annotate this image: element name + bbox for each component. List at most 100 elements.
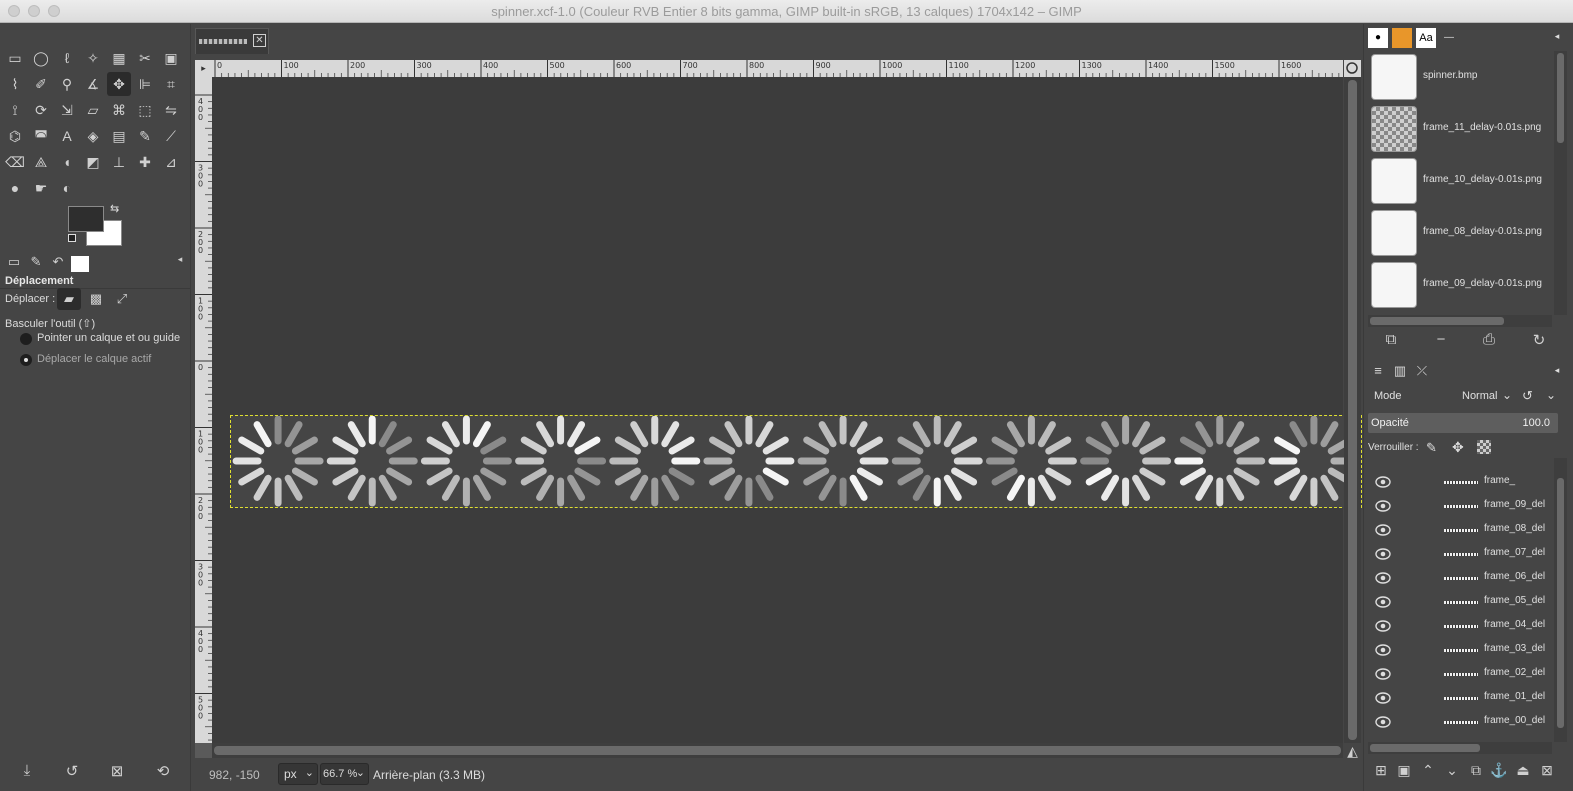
lower-layer-icon[interactable]: ⌄ (1441, 762, 1463, 784)
images-tab-icon[interactable] (71, 256, 89, 272)
list-item[interactable]: frame_11_delay-0.01s.png (1368, 103, 1552, 155)
patterns-tab-icon[interactable] (1392, 28, 1412, 48)
delete-image-icon[interactable]: − (1430, 331, 1452, 353)
align-icon[interactable]: ⊫ (133, 72, 157, 96)
ink-icon[interactable]: ◖ (55, 150, 79, 174)
lock-position-icon[interactable]: ✥ (1452, 439, 1464, 456)
unified-transform-icon[interactable]: ⟟ (3, 98, 27, 122)
ellipse-select-icon[interactable]: ◯ (29, 46, 53, 70)
eye-icon[interactable] (1375, 475, 1391, 489)
anchor-layer-icon[interactable]: ⚓ (1488, 762, 1510, 784)
scale-icon[interactable]: ⇲ (55, 98, 79, 122)
radio-move-active-layer[interactable] (20, 354, 32, 366)
rotate-icon[interactable]: ⟳ (29, 98, 53, 122)
delete-options-icon[interactable]: ⊠ (106, 762, 128, 784)
paths-icon[interactable]: ⌇ (3, 72, 27, 96)
image-tab[interactable]: ✕ (195, 28, 269, 54)
device-status-tab-icon[interactable]: ✎ (26, 254, 46, 274)
new-display-icon[interactable]: ⎙ (1478, 331, 1500, 353)
configure-tab-icon[interactable]: ◂ (1547, 26, 1567, 46)
swap-colors-icon[interactable]: ⇆ (110, 202, 119, 215)
gradient-icon[interactable]: ▤ (107, 124, 131, 148)
layer-row[interactable]: frame_07_del (1368, 542, 1552, 566)
flip-icon[interactable]: ⇋ (159, 98, 183, 122)
eye-icon[interactable] (1375, 667, 1391, 681)
paths-tab-icon[interactable]: ⤫ (1412, 361, 1432, 381)
configure-tab-icon[interactable]: ◂ (170, 254, 190, 274)
eye-icon[interactable] (1375, 643, 1391, 657)
layer-row[interactable]: frame_09_del (1368, 494, 1552, 518)
lock-alpha-icon[interactable] (1477, 440, 1491, 454)
fuzzy-select-icon[interactable]: ✧ (81, 46, 105, 70)
refresh-icon[interactable]: ↻ (1528, 331, 1550, 353)
spinner-image-layer[interactable] (230, 415, 1362, 508)
switch-mode-icon[interactable]: ↺ (1522, 388, 1533, 404)
clone-icon[interactable]: ⊥ (107, 150, 131, 174)
color-picker-icon[interactable]: ✐ (29, 72, 53, 96)
scissors-icon[interactable]: ✂ (133, 46, 157, 70)
layers-horizontal-scrollbar[interactable] (1368, 742, 1552, 754)
move-selection-mode-button[interactable]: ▩ (84, 288, 108, 310)
layer-row[interactable]: frame_05_del (1368, 590, 1552, 614)
quick-mask-toggle[interactable] (195, 743, 212, 758)
configure-tab-icon[interactable]: ◂ (1547, 360, 1567, 380)
images-tab-icon[interactable]: — (1439, 28, 1459, 48)
eye-icon[interactable] (1375, 571, 1391, 585)
perspective-icon[interactable]: ⬚ (133, 98, 157, 122)
mypaint-icon[interactable]: ◩ (81, 150, 105, 174)
move-icon[interactable]: ✥ (107, 72, 131, 96)
raise-image-icon[interactable]: ⧉ (1380, 331, 1402, 353)
merge-down-icon[interactable]: ⏏ (1512, 762, 1534, 784)
duplicate-layer-icon[interactable]: ⧉ (1465, 762, 1487, 784)
layer-row[interactable]: frame_03_del (1368, 638, 1552, 662)
airbrush-icon[interactable]: ⟁ (29, 150, 53, 174)
new-layer-group-icon[interactable]: ▣ (1393, 762, 1415, 784)
heal-icon[interactable]: ✚ (133, 150, 157, 174)
crop-icon[interactable]: ⌗ (159, 72, 183, 96)
measure-icon[interactable]: ∡ (81, 72, 105, 96)
perspective-clone-icon[interactable]: ⊿ (159, 150, 183, 174)
shear-icon[interactable]: ▱ (81, 98, 105, 122)
default-colors-icon[interactable] (68, 234, 76, 242)
layer-row[interactable]: frame_06_del (1368, 566, 1552, 590)
pencil-icon[interactable]: ✎ (133, 124, 157, 148)
restore-options-icon[interactable]: ↺ (61, 762, 83, 784)
canvas-horizontal-scrollbar[interactable] (212, 743, 1343, 758)
fonts-tab-icon[interactable]: Aa (1416, 28, 1436, 48)
raise-layer-icon[interactable]: ⌃ (1417, 762, 1439, 784)
new-layer-icon[interactable]: ⊞ (1370, 762, 1392, 784)
tool-options-tab-icon[interactable]: ▭ (4, 254, 24, 274)
close-image-icon[interactable]: ✕ (253, 34, 266, 47)
bucket-fill-icon[interactable]: ◈ (81, 124, 105, 148)
list-item[interactable]: frame_08_delay-0.01s.png (1368, 207, 1552, 259)
rect-select-icon[interactable]: ▭ (3, 46, 27, 70)
zoom-to-fit-icon[interactable] (1344, 60, 1361, 77)
list-item[interactable]: frame_09_delay-0.01s.png (1368, 259, 1552, 311)
layer-row[interactable]: frame_02_del (1368, 662, 1552, 686)
move-path-mode-button[interactable]: ⤢ (110, 288, 134, 310)
reset-options-icon[interactable]: ⟲ (152, 762, 174, 784)
blur-icon[interactable]: ● (3, 176, 27, 200)
mode-select[interactable]: Normal (1462, 390, 1497, 402)
text-icon[interactable]: A (55, 124, 79, 148)
color-select-icon[interactable]: ▦ (107, 46, 131, 70)
eye-icon[interactable] (1375, 523, 1391, 537)
layers-tab-icon[interactable]: ≡ (1368, 361, 1388, 381)
canvas-vertical-scrollbar[interactable] (1344, 77, 1361, 743)
lock-pixels-icon[interactable]: ✎ (1426, 440, 1437, 456)
dodge-burn-icon[interactable]: ◐ (55, 176, 79, 200)
brushes-tab-icon[interactable]: ● (1368, 28, 1388, 48)
layer-row[interactable]: frame_01_del (1368, 686, 1552, 710)
layers-vertical-scrollbar[interactable] (1554, 458, 1567, 742)
zoom-icon[interactable]: ⚲ (55, 72, 79, 96)
free-select-icon[interactable]: ℓ (55, 46, 79, 70)
list-item[interactable]: frame_10_delay-0.01s.png (1368, 155, 1552, 207)
eye-icon[interactable] (1375, 715, 1391, 729)
eye-icon[interactable] (1375, 547, 1391, 561)
cage-icon[interactable]: ⌬ (3, 124, 27, 148)
eye-icon[interactable] (1375, 619, 1391, 633)
save-options-icon[interactable]: ⤓ (16, 762, 38, 784)
layer-row[interactable]: frame_04_del (1368, 614, 1552, 638)
eye-icon[interactable] (1375, 595, 1391, 609)
zoom-select[interactable]: 66.7 % ⌄ (320, 763, 369, 785)
